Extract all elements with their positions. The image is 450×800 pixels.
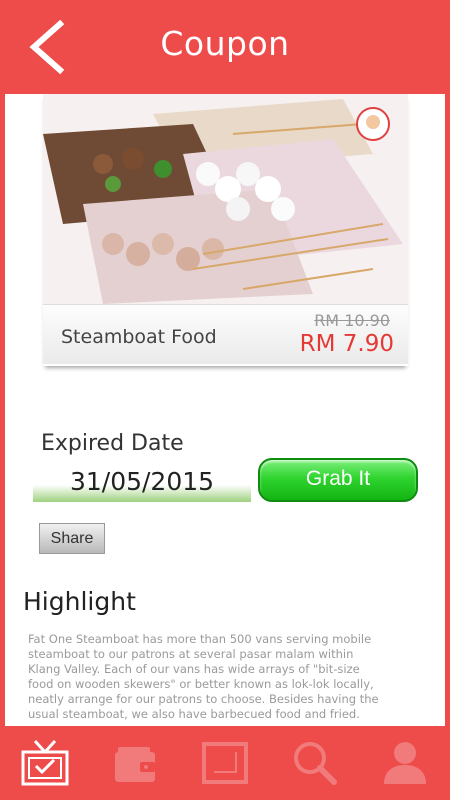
nav-frame[interactable]	[180, 726, 270, 800]
nav-profile[interactable]	[360, 726, 450, 800]
share-button[interactable]: Share	[39, 523, 105, 554]
product-image	[43, 94, 408, 304]
nav-wallet[interactable]	[90, 726, 180, 800]
product-name: Steamboat Food	[61, 326, 217, 348]
page-title: Coupon	[160, 24, 290, 63]
highlight-description: Fat One Steamboat has more than 500 vans…	[28, 632, 379, 721]
grab-it-button[interactable]: Grab It	[258, 458, 418, 502]
original-price: RM 10.90	[314, 311, 390, 330]
expired-date-value: 31/05/2015	[69, 467, 215, 496]
expired-date-field: 31/05/2015	[33, 464, 251, 502]
tv-icon	[21, 739, 69, 786]
app-header: Coupon	[0, 0, 450, 94]
coupon-content[interactable]: Steamboat Food RM 10.90 RM 7.90 Expired …	[5, 94, 445, 726]
user-icon	[384, 742, 426, 784]
wallet-icon	[115, 747, 155, 782]
price-bar: Steamboat Food RM 10.90 RM 7.90	[43, 304, 408, 364]
nav-search[interactable]	[270, 726, 360, 800]
expired-date-label: Expired Date	[41, 431, 184, 456]
nav-tv[interactable]	[0, 726, 90, 800]
product-card[interactable]: Steamboat Food RM 10.90 RM 7.90	[43, 94, 408, 366]
highlight-heading: Highlight	[23, 587, 136, 616]
discount-price: RM 7.90	[299, 331, 394, 357]
frame-icon	[202, 742, 248, 784]
bottom-nav	[0, 726, 450, 800]
search-icon	[294, 742, 337, 785]
